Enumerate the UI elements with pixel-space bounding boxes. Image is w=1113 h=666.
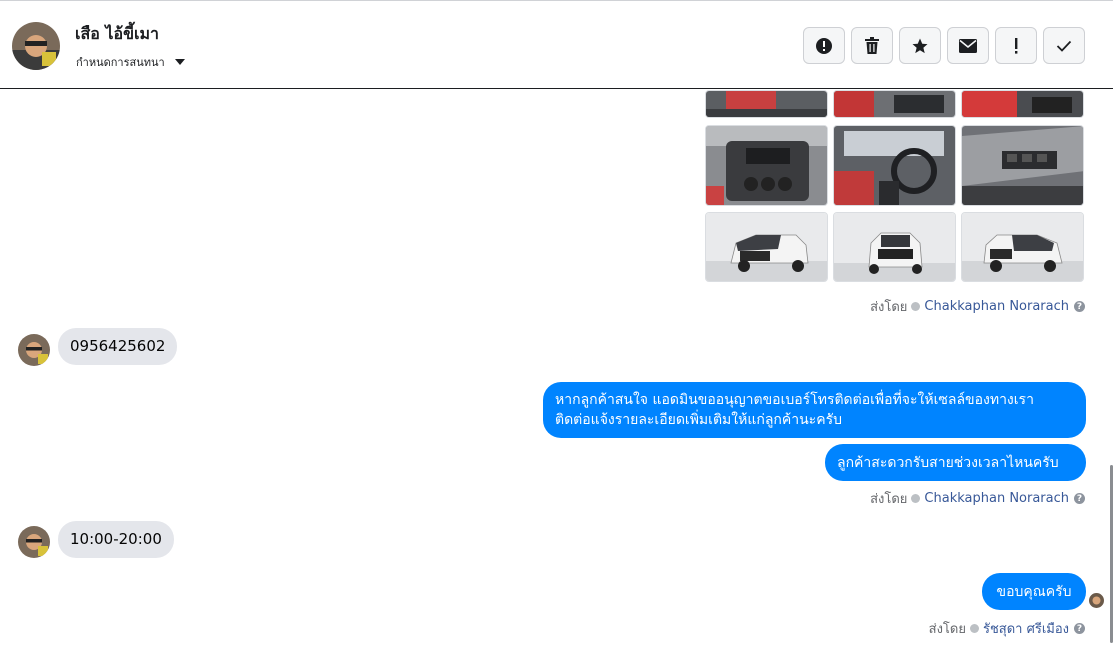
sent-by-caption: ส่งโดย รัชสุดา ศรีเมือง ?	[929, 618, 1085, 639]
car-photo[interactable]	[833, 125, 956, 206]
sender-name-link[interactable]: Chakkaphan Norarach	[924, 491, 1069, 506]
check-icon	[1056, 40, 1072, 52]
conversation-header: เสือ ไอ้ขี้เมา กำหนดการสนทนา	[0, 0, 1113, 89]
contact-avatar[interactable]	[12, 22, 60, 70]
trash-icon	[865, 36, 879, 54]
sent-by-caption: ส่งโดย Chakkaphan Norarach ?	[870, 296, 1085, 317]
delete-button[interactable]	[851, 27, 893, 64]
report-spam-button[interactable]	[803, 27, 845, 64]
exclamation-icon	[1015, 37, 1018, 54]
message-actions-toolbar	[803, 27, 1085, 64]
help-icon[interactable]: ?	[1074, 623, 1085, 634]
car-photo[interactable]	[705, 125, 828, 206]
mark-unread-button[interactable]	[947, 27, 989, 64]
car-photo[interactable]	[961, 90, 1084, 118]
car-photo[interactable]	[705, 212, 828, 282]
conversation-settings-dropdown[interactable]: กำหนดการสนทนา	[76, 53, 185, 71]
page-badge-icon	[911, 494, 921, 503]
sent-by-prefix: ส่งโดย	[870, 300, 908, 315]
contact-avatar-small[interactable]	[18, 526, 50, 558]
incoming-message-bubble[interactable]: 10:00-20:00	[58, 521, 174, 558]
page-badge-icon	[969, 624, 979, 633]
conversation-settings-label: กำหนดการสนทนา	[76, 56, 165, 69]
car-photo[interactable]	[961, 212, 1084, 282]
mail-icon	[959, 38, 977, 53]
message-text-line: หากลูกค้าสนใจ แอดมินขออนุญาตขอเบอร์โทรติ…	[555, 392, 1034, 408]
chevron-down-icon	[174, 59, 185, 65]
sent-by-caption: ส่งโดย Chakkaphan Norarach ?	[870, 488, 1085, 509]
star-button[interactable]	[899, 27, 941, 64]
incoming-message-bubble[interactable]: 0956425602	[58, 328, 178, 365]
follow-up-button[interactable]	[995, 27, 1037, 64]
sent-by-prefix: ส่งโดย	[928, 622, 966, 637]
alert-circle-icon	[816, 37, 832, 54]
star-icon	[912, 38, 928, 53]
message-text-line: ติดต่อแจ้งรายละเอียดเพิ่มเติมให้แก่ลูกค้…	[555, 412, 842, 428]
car-photo[interactable]	[705, 90, 828, 118]
outgoing-message-bubble[interactable]: หากลูกค้าสนใจ แอดมินขออนุญาตขอเบอร์โทรติ…	[543, 382, 1086, 438]
help-icon[interactable]: ?	[1074, 301, 1085, 312]
car-photo[interactable]	[833, 90, 956, 118]
car-photo[interactable]	[961, 125, 1084, 206]
help-icon[interactable]: ?	[1074, 493, 1085, 504]
mark-done-button[interactable]	[1043, 27, 1085, 64]
sender-name-link[interactable]: Chakkaphan Norarach	[924, 299, 1069, 314]
outgoing-message-bubble[interactable]: ลูกค้าสะดวกรับสายช่วงเวลาไหนครับ	[825, 444, 1086, 481]
sender-name-link[interactable]: รัชสุดา ศรีเมือง	[983, 618, 1069, 639]
contact-avatar-small[interactable]	[18, 334, 50, 366]
read-receipt-avatar	[1089, 593, 1104, 608]
page-badge-icon	[911, 302, 921, 311]
outgoing-message-bubble[interactable]: ขอบคุณครับ	[982, 573, 1086, 610]
car-photo[interactable]	[833, 212, 956, 282]
sent-by-prefix: ส่งโดย	[870, 492, 908, 507]
contact-name[interactable]: เสือ ไอ้ขี้เมา	[75, 22, 159, 47]
